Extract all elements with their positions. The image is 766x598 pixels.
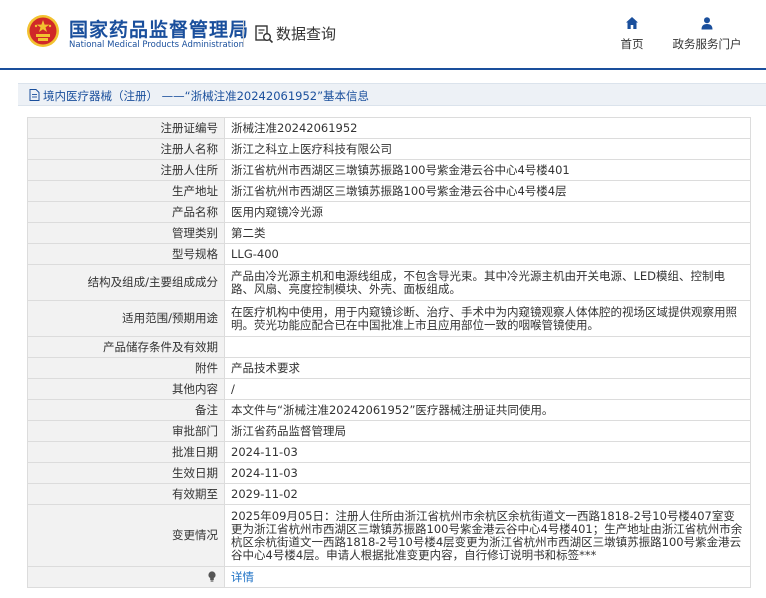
table-row: 生产地址 浙江省杭州市西湖区三墩镇苏振路100号紫金港云谷中心4号楼4层	[27, 180, 751, 202]
row-value: 2024-11-03	[224, 441, 751, 463]
table-row: 产品储存条件及有效期	[27, 336, 751, 358]
breadcrumb: 境内医疗器械（注册） ——“浙械注准20242061952”基本信息	[18, 83, 766, 106]
row-value: 2025年09月05日：注册人住所由浙江省杭州市余杭区余杭街道文一西路1818-…	[224, 504, 751, 567]
home-icon	[626, 17, 638, 29]
row-label: 备注	[27, 399, 225, 421]
row-label: 其他内容	[27, 378, 225, 400]
table-row: 变更情况 2025年09月05日：注册人住所由浙江省杭州市余杭区余杭街道文一西路…	[27, 504, 751, 567]
row-value: 浙械注准20242061952	[224, 117, 751, 139]
row-value: 浙江省药品监督管理局	[224, 420, 751, 442]
row-value: /	[224, 378, 751, 400]
table-row: 管理类别 第二类	[27, 222, 751, 244]
bulb-icon	[208, 570, 216, 582]
row-label: 有效期至	[27, 483, 225, 505]
header-accent-line	[0, 68, 766, 70]
row-value: 浙江之科立上医疗科技有限公司	[224, 138, 751, 160]
row-label: 型号规格	[27, 243, 225, 265]
row-label: 生效日期	[27, 462, 225, 484]
table-row: 注册人名称 浙江之科立上医疗科技有限公司	[27, 138, 751, 160]
table-row: 结构及组成/主要组成成分 产品由冷光源主机和电源线组成，不包含导光束。其中冷光源…	[27, 264, 751, 301]
table-row: 产品名称 医用内窥镜冷光源	[27, 201, 751, 223]
row-value: LLG-400	[224, 243, 751, 265]
row-label: 注册人住所	[27, 159, 225, 181]
table-row: 批准日期 2024-11-03	[27, 441, 751, 463]
row-label: 注册证编号	[27, 117, 225, 139]
site-title: 国家药品监督管理局	[69, 19, 250, 41]
row-label: 适用范围/预期用途	[27, 300, 225, 337]
user-icon	[701, 17, 713, 30]
row-value: 第二类	[224, 222, 751, 244]
nmpa-emblem-icon	[27, 15, 59, 47]
row-value: 在医疗机构中使用，用于内窥镜诊断、治疗、手术中为内窥镜观察人体体腔的视场区域提供…	[224, 300, 751, 337]
row-label: 注册人名称	[27, 138, 225, 160]
document-icon	[29, 89, 40, 101]
row-value: 2029-11-02	[224, 483, 751, 505]
section-title: 数据查询	[276, 25, 337, 43]
row-value: 本文件与“浙械注准20242061952”医疗器械注册证共同使用。	[224, 399, 751, 421]
site-subtitle: National Medical Products Administration	[69, 40, 244, 50]
row-label: 生产地址	[27, 180, 225, 202]
row-value	[224, 336, 751, 358]
device-info-table: 注册证编号 浙械注准20242061952 注册人名称 浙江之科立上医疗科技有限…	[27, 117, 751, 588]
row-label: 产品名称	[27, 201, 225, 223]
row-label: 附件	[27, 357, 225, 379]
table-row: 注册人住所 浙江省杭州市西湖区三墩镇苏振路100号紫金港云谷中心4号楼401	[27, 159, 751, 181]
breadcrumb-text: 境内医疗器械（注册） ——“浙械注准20242061952”基本信息	[43, 89, 370, 103]
nav-portal-label: 政务服务门户	[672, 37, 742, 51]
row-value: 医用内窥镜冷光源	[224, 201, 751, 223]
row-label: 产品储存条件及有效期	[27, 336, 225, 358]
table-row: 审批部门 浙江省药品监督管理局	[27, 420, 751, 442]
row-label: 审批部门	[27, 420, 225, 442]
table-row: 附件 产品技术要求	[27, 357, 751, 379]
row-label: 管理类别	[27, 222, 225, 244]
nav-home[interactable]: 首页	[614, 16, 650, 52]
row-value: 产品由冷光源主机和电源线组成，不包含导光束。其中冷光源主机由开关电源、LED模组…	[224, 264, 751, 301]
table-row: 适用范围/预期用途 在医疗机构中使用，用于内窥镜诊断、治疗、手术中为内窥镜观察人…	[27, 300, 751, 337]
table-row: 生效日期 2024-11-03	[27, 462, 751, 484]
detail-label-cell	[27, 566, 225, 588]
site-header: 国家药品监督管理局 National Medical Products Admi…	[0, 0, 766, 66]
table-row: 型号规格 LLG-400	[27, 243, 751, 265]
table-row: 注册证编号 浙械注准20242061952	[27, 117, 751, 139]
row-value: 浙江省杭州市西湖区三墩镇苏振路100号紫金港云谷中心4号楼401	[224, 159, 751, 181]
table-row: 备注 本文件与“浙械注准20242061952”医疗器械注册证共同使用。	[27, 399, 751, 421]
table-row: 有效期至 2029-11-02	[27, 483, 751, 505]
nav-service-portal[interactable]: 政务服务门户	[668, 16, 746, 52]
table-row: 其他内容 /	[27, 378, 751, 400]
header-divider	[243, 20, 244, 46]
row-value: 2024-11-03	[224, 462, 751, 484]
row-label: 批准日期	[27, 441, 225, 463]
detail-link[interactable]: 详情	[224, 566, 751, 588]
row-value: 产品技术要求	[224, 357, 751, 379]
row-label: 变更情况	[27, 504, 225, 567]
nav-home-label: 首页	[620, 37, 644, 51]
document-search-icon	[255, 25, 274, 44]
table-row: 详情	[27, 566, 751, 588]
row-label: 结构及组成/主要组成成分	[27, 264, 225, 301]
row-value: 浙江省杭州市西湖区三墩镇苏振路100号紫金港云谷中心4号楼4层	[224, 180, 751, 202]
